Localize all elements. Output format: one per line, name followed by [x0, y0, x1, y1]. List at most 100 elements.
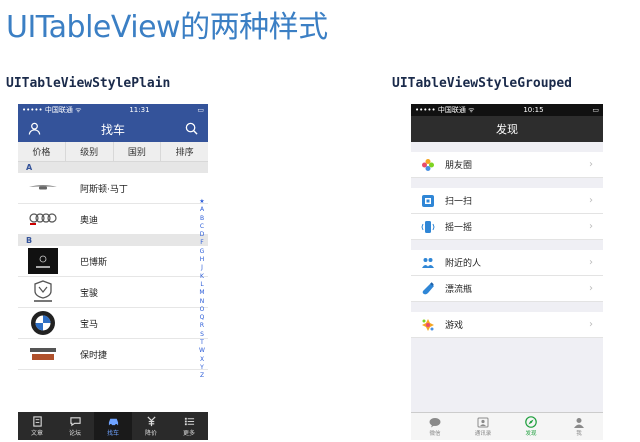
table-row[interactable]: 保时捷 — [18, 339, 208, 370]
tab-forum[interactable]: 论坛 — [56, 412, 94, 440]
group-gap — [411, 142, 603, 152]
tab-wechat[interactable]: 微信 — [411, 413, 459, 440]
tab-article[interactable]: 文章 — [18, 412, 56, 440]
list-item-bottle[interactable]: 漂流瓶 › — [411, 276, 603, 302]
tab-me[interactable]: 我 — [555, 413, 603, 440]
status-bar: ••••• 中国联通 ᯤ 10:15 ▭ — [411, 104, 603, 116]
tab-label: 降价 — [144, 429, 157, 437]
index-item[interactable]: X — [200, 356, 204, 364]
battery-icon: ▭ — [592, 106, 599, 114]
row-label: 阿斯顿·马丁 — [80, 184, 128, 195]
scan-icon — [421, 194, 435, 208]
nav-bar: 发现 — [411, 116, 603, 142]
item-label: 附近的人 — [445, 259, 482, 269]
index-item[interactable]: C — [200, 223, 204, 231]
audi-logo-icon — [26, 206, 60, 232]
list-item-shake[interactable]: 摇一摇 › — [411, 214, 603, 240]
index-item[interactable]: Q — [200, 314, 205, 322]
nav-title: 发现 — [496, 123, 518, 136]
list-item-moments[interactable]: 朋友圈 › — [411, 152, 603, 178]
index-item[interactable]: R — [200, 322, 204, 330]
tab-label: 找车 — [106, 429, 119, 437]
tab-find-car[interactable]: 找车 — [94, 412, 132, 440]
index-item[interactable]: B — [200, 215, 204, 223]
plain-phone-screenshot: ••••• 中国联通 ᯤ 11:31 ▭ 找车 价格 级别 国别 排序 A 阿斯… — [18, 104, 208, 440]
status-time: 11:31 — [129, 106, 150, 114]
grouped-phone-screenshot: ••••• 中国联通 ᯤ 10:15 ▭ 发现 朋友圈 › 扫一扫 › 摇一摇 … — [411, 104, 603, 440]
compass-icon — [525, 416, 537, 428]
table-row[interactable]: 阿斯顿·马丁 — [18, 173, 208, 204]
index-item[interactable]: S — [200, 331, 204, 339]
index-item[interactable]: M — [199, 289, 204, 297]
filter-sort[interactable]: 排序 — [161, 142, 208, 161]
chevron-right-icon: › — [589, 319, 593, 330]
user-icon[interactable] — [28, 120, 41, 139]
grouped-style-label: UITableViewStyleGrouped — [392, 76, 573, 91]
index-item[interactable]: K — [200, 273, 204, 281]
index-item[interactable]: Z — [200, 372, 204, 380]
section-header-b: B — [18, 235, 208, 246]
list-item-games[interactable]: 游戏 › — [411, 312, 603, 338]
index-item[interactable]: L — [200, 281, 203, 289]
row-label: 宝骏 — [80, 288, 99, 299]
item-label: 摇一摇 — [445, 223, 473, 233]
row-label: 宝马 — [80, 319, 99, 330]
status-bar: ••••• 中国联通 ᯤ 11:31 ▭ — [18, 104, 208, 116]
row-label: 巴博斯 — [80, 257, 108, 268]
tab-contacts[interactable]: 通讯录 — [459, 413, 507, 440]
moments-icon — [421, 158, 435, 172]
nav-title: 找车 — [100, 122, 125, 137]
tab-label: 微信 — [429, 430, 441, 437]
index-item[interactable]: O — [200, 306, 205, 314]
tab-more[interactable]: 更多 — [170, 412, 208, 440]
chat-icon — [69, 416, 81, 426]
filter-segment-bar: 价格 级别 国别 排序 — [18, 142, 208, 162]
nav-bar: 找车 — [18, 116, 208, 142]
tab-label: 论坛 — [68, 429, 81, 437]
index-item[interactable]: W — [199, 347, 205, 355]
chevron-right-icon: › — [589, 195, 593, 206]
carrier-text: ••••• 中国联通 ᯤ — [415, 106, 475, 114]
index-item[interactable]: N — [200, 298, 205, 306]
table-row[interactable]: 巴博斯 — [18, 246, 208, 277]
index-item[interactable]: J — [201, 264, 203, 272]
row-label: 奥迪 — [80, 215, 99, 226]
chevron-right-icon: › — [589, 221, 593, 232]
porsche-logo-icon — [26, 341, 60, 367]
table-row[interactable]: 宝骏 — [18, 277, 208, 308]
group-gap — [411, 302, 603, 312]
index-item[interactable]: A — [200, 206, 204, 214]
index-item[interactable]: F — [200, 239, 203, 247]
filter-price[interactable]: 价格 — [18, 142, 66, 161]
item-label: 漂流瓶 — [445, 285, 473, 295]
filter-level[interactable]: 级别 — [66, 142, 114, 161]
index-item[interactable]: H — [200, 256, 205, 264]
index-item[interactable]: G — [200, 248, 205, 256]
table-row[interactable]: 奥迪 — [18, 204, 208, 235]
person-icon — [574, 417, 584, 428]
index-item[interactable]: D — [200, 231, 205, 239]
group-gap — [411, 240, 603, 250]
table-row[interactable]: 宝马 — [18, 308, 208, 339]
price-icon — [146, 415, 156, 426]
document-icon — [32, 415, 42, 427]
index-item[interactable]: ★ — [199, 198, 204, 206]
contacts-icon — [477, 417, 489, 427]
item-label: 游戏 — [445, 321, 464, 331]
search-icon[interactable] — [185, 120, 198, 139]
section-index-bar[interactable]: ★ A B C D F G H J K L M N O Q R S T W X … — [198, 198, 206, 381]
list-item-nearby[interactable]: 附近的人 › — [411, 250, 603, 276]
tab-price-drop[interactable]: 降价 — [132, 412, 170, 440]
carrier-text: ••••• 中国联通 ᯤ — [22, 106, 82, 114]
index-item[interactable]: T — [200, 339, 204, 347]
bottle-icon — [421, 281, 435, 296]
tab-discover[interactable]: 发现 — [507, 413, 555, 440]
index-item[interactable]: Y — [200, 364, 204, 372]
car-icon — [108, 418, 118, 426]
list-item-scan[interactable]: 扫一扫 › — [411, 188, 603, 214]
battery-icon: ▭ — [197, 106, 204, 114]
list-icon — [184, 417, 194, 425]
bmw-logo-icon — [26, 310, 60, 336]
chevron-right-icon: › — [589, 283, 593, 294]
filter-country[interactable]: 国别 — [114, 142, 162, 161]
